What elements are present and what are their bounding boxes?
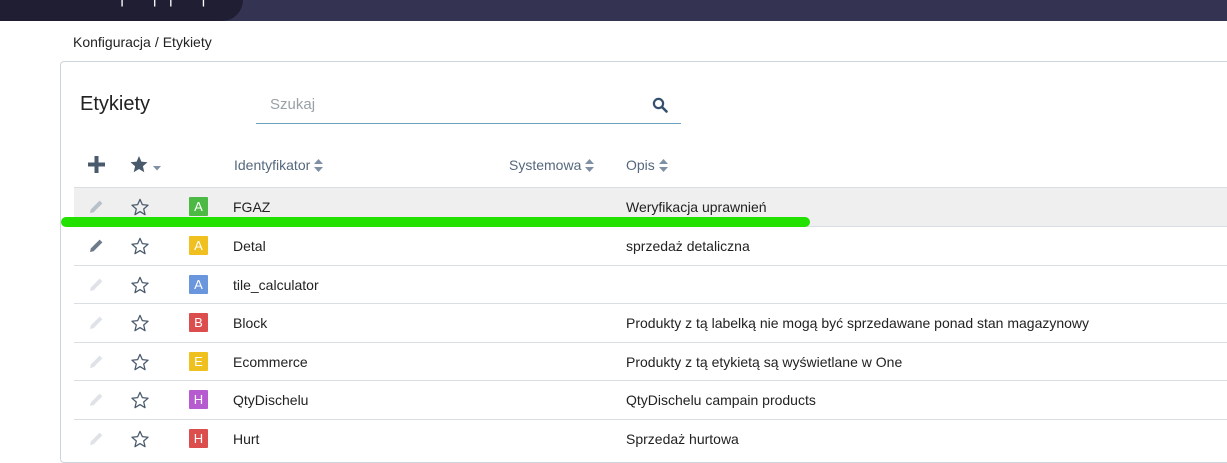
column-header-description[interactable]: Opis xyxy=(626,157,668,173)
star-outline-icon[interactable] xyxy=(131,276,149,294)
column-header-system-label: Systemowa xyxy=(509,157,582,173)
label-badge: H xyxy=(189,390,208,409)
pencil-icon[interactable] xyxy=(89,277,104,292)
label-identifier: tile_calculator xyxy=(233,277,319,293)
breadcrumb-separator: / xyxy=(154,34,159,50)
label-description: Produkty z tą etykietą są wyświetlane w … xyxy=(626,354,903,370)
label-description: Weryfikacja uprawnień xyxy=(626,199,767,215)
pencil-icon[interactable] xyxy=(89,238,104,253)
column-header-identifier-label: Identyfikator xyxy=(234,157,311,173)
pencil-icon[interactable] xyxy=(89,431,104,446)
label-identifier: Block xyxy=(233,315,268,331)
search-icon[interactable] xyxy=(652,97,668,113)
page-title: Etykiety xyxy=(80,93,151,115)
sort-icon xyxy=(658,159,668,172)
star-outline-icon[interactable] xyxy=(131,391,149,409)
label-badge: A xyxy=(189,275,208,294)
label-description: Sprzedaż hurtowa xyxy=(626,431,739,447)
table-row[interactable]: E Ecommerce Produkty z tą etykietą są wy… xyxy=(74,342,1227,381)
label-badge: E xyxy=(189,352,208,371)
sort-icon xyxy=(585,159,595,172)
label-identifier: Ecommerce xyxy=(233,354,308,370)
breadcrumb: Konfiguracja / Etykiety xyxy=(73,34,212,50)
app-logo-area[interactable]: • | || | xyxy=(0,0,243,21)
label-description: QtyDischelu campain products xyxy=(626,392,816,408)
pencil-icon[interactable] xyxy=(89,392,104,407)
breadcrumb-section[interactable]: Konfiguracja xyxy=(73,34,151,50)
search-input[interactable] xyxy=(256,88,650,120)
table-row[interactable]: H Hurt Sprzedaż hurtowa xyxy=(74,419,1227,458)
table-row[interactable]: A Detal sprzedaż detaliczna xyxy=(74,226,1227,265)
table-row[interactable]: B Block Produkty z tą labelką nie mogą b… xyxy=(74,303,1227,342)
label-description: Produkty z tą labelką nie mogą być sprze… xyxy=(626,315,1090,331)
star-outline-icon[interactable] xyxy=(131,198,149,216)
favorites-filter-dropdown[interactable] xyxy=(130,155,166,174)
star-outline-icon[interactable] xyxy=(131,353,149,371)
label-badge: A xyxy=(189,236,208,255)
label-badge: B xyxy=(189,313,208,332)
pencil-icon[interactable] xyxy=(89,199,104,214)
column-header-description-label: Opis xyxy=(626,157,655,173)
column-header-system[interactable]: Systemowa xyxy=(509,157,595,173)
highlight-annotation-stroke xyxy=(61,217,810,227)
label-badge: H xyxy=(189,429,208,448)
label-description: sprzedaż detaliczna xyxy=(626,238,750,254)
breadcrumb-current: Etykiety xyxy=(162,34,212,50)
top-navigation-bar: • | || | xyxy=(0,0,1227,21)
app-logo: • | || | xyxy=(86,0,218,8)
search-box xyxy=(256,88,681,124)
label-badge: A xyxy=(189,197,208,216)
column-header-identifier[interactable]: Identyfikator xyxy=(234,157,324,173)
add-label-button[interactable] xyxy=(87,155,106,174)
pencil-icon[interactable] xyxy=(89,315,104,330)
sort-icon xyxy=(314,159,324,172)
label-identifier: QtyDischelu xyxy=(233,392,309,408)
label-identifier: FGAZ xyxy=(233,199,271,215)
table-row[interactable]: A tile_calculator xyxy=(74,265,1227,304)
label-identifier: Detal xyxy=(233,238,266,254)
pencil-icon[interactable] xyxy=(89,354,104,369)
table-row[interactable]: H QtyDischelu QtyDischelu campain produc… xyxy=(74,380,1227,419)
star-outline-icon[interactable] xyxy=(131,314,149,332)
label-identifier: Hurt xyxy=(233,431,260,447)
star-outline-icon[interactable] xyxy=(131,430,149,448)
star-outline-icon[interactable] xyxy=(131,237,149,255)
